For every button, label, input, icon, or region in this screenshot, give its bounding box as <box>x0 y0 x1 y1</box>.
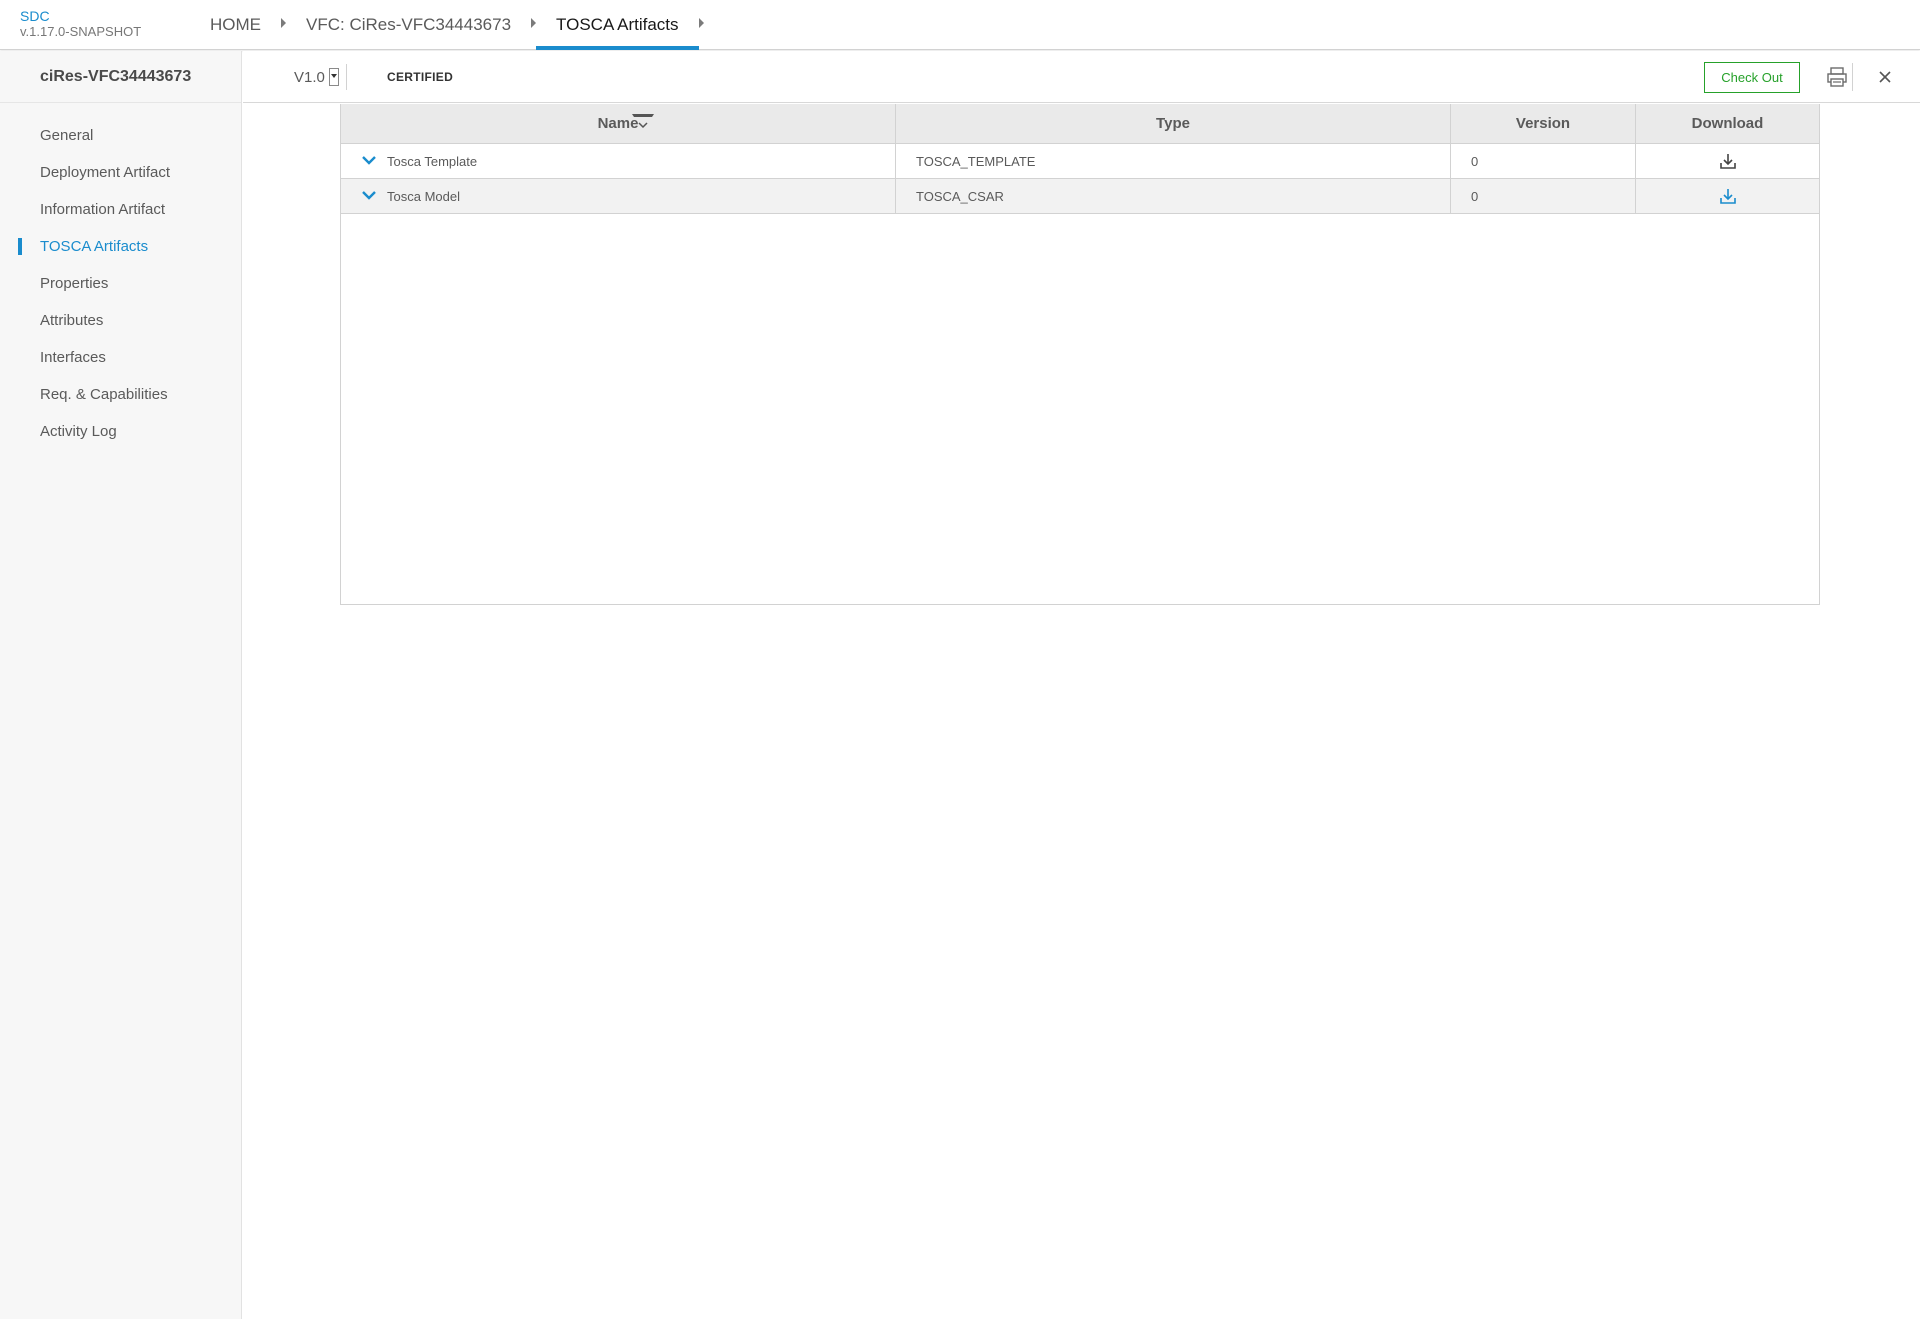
sidebar-item-label: Activity Log <box>40 423 117 440</box>
download-icon[interactable] <box>1719 152 1737 170</box>
left-sidebar: ciRes-VFC34443673 General Deployment Art… <box>0 51 242 1319</box>
cell-name: Tosca Template <box>341 144 896 178</box>
column-header-name[interactable]: Name <box>341 104 896 143</box>
chevron-down-icon[interactable] <box>361 188 377 204</box>
cell-version: 0 <box>1451 179 1636 213</box>
sidebar-item-tosca-artifacts[interactable]: TOSCA Artifacts <box>0 228 241 265</box>
cell-name: Tosca Model <box>341 179 896 213</box>
sidebar-item-label: Information Artifact <box>40 201 166 218</box>
sidebar-item-information-artifact[interactable]: Information Artifact <box>0 191 241 228</box>
column-header-version[interactable]: Version <box>1451 104 1636 143</box>
close-icon[interactable] <box>1875 67 1895 87</box>
sidebar-item-label: Properties <box>40 275 109 292</box>
sidebar-title: ciRes-VFC34443673 <box>0 51 241 103</box>
divider <box>1852 63 1853 91</box>
sidebar-item-label: Req. & Capabilities <box>40 386 168 403</box>
column-header-type[interactable]: Type <box>896 104 1451 143</box>
cell-version: 0 <box>1451 144 1636 178</box>
download-icon[interactable] <box>1719 187 1737 205</box>
sort-icon[interactable] <box>630 112 656 132</box>
sidebar-item-label: Interfaces <box>40 349 106 366</box>
sidebar-menu: General Deployment Artifact Information … <box>0 103 241 450</box>
column-header-download[interactable]: Download <box>1636 104 1819 143</box>
sidebar-item-general[interactable]: General <box>0 117 241 154</box>
app-name: SDC <box>20 8 50 24</box>
breadcrumb-vfc-label: VFC: CiRes-VFC34443673 <box>306 15 512 34</box>
cell-type: TOSCA_TEMPLATE <box>896 144 1451 178</box>
sidebar-item-attributes[interactable]: Attributes <box>0 302 241 339</box>
column-header-label: Download <box>1691 115 1764 132</box>
breadcrumb-arrow-icon[interactable] <box>698 0 704 50</box>
sidebar-item-activity-log[interactable]: Activity Log <box>0 413 241 450</box>
breadcrumb-home[interactable]: HOME <box>190 0 281 50</box>
cell-download <box>1636 144 1819 178</box>
chevron-down-icon[interactable] <box>361 153 377 169</box>
breadcrumb-vfc[interactable]: VFC: CiRes-VFC34443673 <box>286 0 531 50</box>
sidebar-item-label: Deployment Artifact <box>40 164 171 181</box>
cell-download <box>1636 179 1819 213</box>
lifecycle-status: CERTIFIED <box>387 70 454 84</box>
breadcrumb-tosca-artifacts-label: TOSCA Artifacts <box>556 15 679 34</box>
sidebar-item-label: Attributes <box>40 312 104 329</box>
column-header-label: Type <box>1156 115 1190 132</box>
app-brand[interactable]: SDC v.1.17.0-SNAPSHOT <box>20 8 142 40</box>
table-row[interactable]: Tosca Template TOSCA_TEMPLATE 0 <box>341 144 1819 179</box>
breadcrumb-home-label: HOME <box>210 15 261 34</box>
table-row[interactable]: Tosca Model TOSCA_CSAR 0 <box>341 179 1819 214</box>
version-dropdown[interactable]: V1.0 <box>294 68 339 86</box>
sidebar-item-req-capabilities[interactable]: Req. & Capabilities <box>0 376 241 413</box>
app-version: v.1.17.0-SNAPSHOT <box>20 24 142 39</box>
sidebar-item-label: TOSCA Artifacts <box>40 238 149 255</box>
tosca-artifacts-table: Name Type Version Download Tosca Templat… <box>340 104 1820 605</box>
top-bar: SDC v.1.17.0-SNAPSHOT HOME VFC: CiRes-VF… <box>0 0 1920 50</box>
workspace-header: V1.0 CERTIFIED Check Out <box>243 51 1920 103</box>
sidebar-item-label: General <box>40 127 94 144</box>
breadcrumb: HOME VFC: CiRes-VFC34443673 TOSCA Artifa… <box>190 0 704 50</box>
table-header: Name Type Version Download <box>341 104 1819 144</box>
printer-icon[interactable] <box>1826 66 1848 88</box>
chevron-down-icon[interactable] <box>328 68 339 86</box>
artifact-name: Tosca Template <box>387 153 478 169</box>
artifact-name: Tosca Model <box>387 188 460 204</box>
version-value: V1.0 <box>294 68 325 86</box>
check-out-button[interactable]: Check Out <box>1704 62 1800 93</box>
sidebar-item-interfaces[interactable]: Interfaces <box>0 339 241 376</box>
sidebar-item-properties[interactable]: Properties <box>0 265 241 302</box>
cell-type: TOSCA_CSAR <box>896 179 1451 213</box>
sidebar-item-deployment-artifact[interactable]: Deployment Artifact <box>0 154 241 191</box>
breadcrumb-tosca-artifacts[interactable]: TOSCA Artifacts <box>536 0 699 50</box>
divider <box>346 64 347 90</box>
column-header-label: Version <box>1515 115 1571 132</box>
